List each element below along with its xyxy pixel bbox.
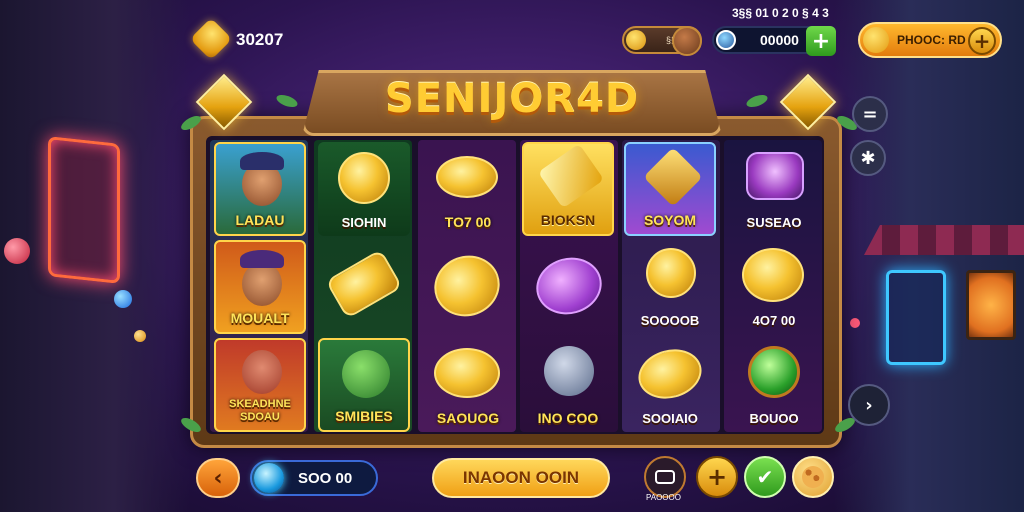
chevron-left-icon: ‹ [213,465,223,491]
status-time: 3§§ 01 0 2 0 § 4 3 [732,6,829,20]
balance-display: SOO 00 [250,460,378,496]
gold-coin-icon [434,348,500,398]
gold-bars-icon [537,143,605,209]
spin-button[interactable]: INAOON OOIN [432,458,610,498]
add-coins-button[interactable]: + [968,27,996,55]
reel-cell[interactable]: LADAU [214,142,306,236]
chevron-right-icon: › [865,394,873,416]
gold-coin-icon [742,248,804,302]
gold-coin-icon [189,17,233,61]
reel-cell[interactable] [422,240,514,334]
portrait-coin-icon [338,152,390,204]
symbol-label: SOYOM [643,212,697,228]
reel-cell[interactable]: BOUOO [728,338,820,432]
symbol-label: SOOOOB [640,313,700,328]
reel-cell[interactable]: SOOOOB [624,240,716,334]
reel-cell[interactable]: 4O7 00 [728,240,820,334]
treasure-chest-icon [746,152,804,200]
symbol-label: MOUALT [230,310,290,326]
reel-cell[interactable]: BIOKSN [522,142,614,236]
reel-cell[interactable]: SKEADHNE SDOAU [214,338,306,432]
reel-cell[interactable]: SIOHIN [318,142,410,236]
symbol-label: BOUOO [749,411,799,426]
gold-coin-icon [632,342,708,406]
reel-cell[interactable]: TO7 00 [422,142,514,236]
symbol-label: LADAU [235,212,285,228]
symbol-label: 4O7 00 [752,313,796,328]
crossed-swords-icon [643,147,703,207]
symbol-label: SUSEAO [746,215,802,230]
settings-button[interactable]: ✱ [850,140,886,176]
game-title: SENIJOR4D [384,76,640,122]
leaf-decoration [274,92,300,110]
shop-window [966,270,1016,340]
coin-icon [626,30,646,50]
gem-balance-pill[interactable]: 00000 + [712,26,836,56]
add-gems-button[interactable]: + [806,26,836,56]
cookie-bonus-button[interactable] [792,456,834,498]
symbol-label: SAOUOG [436,410,500,426]
crossed-tools-icon [544,346,594,396]
gear-icon: ✱ [860,147,876,169]
symbol-label: SMIBIES [335,408,393,424]
reel-cell[interactable]: SOYOM [624,142,716,236]
next-arrow-button[interactable]: › [848,384,890,426]
floating-orb [134,330,146,342]
promo-pill-button[interactable]: PHOOC: RD + [858,22,1002,58]
coin-icon [863,27,889,53]
gem-balance: 00000 [760,32,799,48]
character-symbol-icon [242,262,282,306]
purple-gem-icon [529,250,609,322]
symbol-label: INO COO [537,410,599,426]
gold-coin-icon [436,156,498,198]
symbol-label: TO7 00 [444,214,492,230]
reel-cell[interactable]: SAOUOG [422,338,514,432]
green-orb-icon [748,346,800,398]
add-bet-button[interactable]: + [696,456,738,498]
floating-orb [850,318,860,328]
reel-cell[interactable]: SUSEAO [728,142,820,236]
cookie-icon [802,466,824,488]
gold-amulet-icon [646,248,696,298]
menu-button[interactable]: = [852,96,888,132]
cart-button[interactable] [644,456,686,498]
reel-cell[interactable]: INO COO [522,338,614,432]
boost-button[interactable]: ✔ [744,456,786,498]
symbol-label: SIOHIN [341,215,387,230]
back-button[interactable]: ‹ [196,458,240,498]
currency-pill-knob-icon[interactable] [672,26,702,56]
symbol-label: BIOKSN [540,212,596,228]
floating-orb [4,238,30,264]
reel-cell[interactable] [318,240,410,334]
shop-awning [864,225,1024,255]
gem-icon [716,30,736,50]
blue-gem-icon [254,463,284,493]
reel-cell[interactable]: SOOIAIO [624,338,716,432]
gold-bar-icon [325,248,403,320]
reel-cell[interactable]: MOUALT [214,240,306,334]
currency-pill[interactable]: §§§ §§ [622,26,702,56]
leaf-decoration [744,92,770,110]
hat-icon [240,250,284,268]
neon-sign-left [48,136,120,284]
goblin-symbol-icon [342,350,390,398]
menu-label: PAOOOO [646,493,681,502]
character-symbol-icon [242,350,282,394]
symbol-label: SKEADHNE SDOAU [229,398,291,423]
balance-value: SOO 00 [298,469,353,487]
menu-icon: = [862,103,878,125]
promo-label: PHOOC: RD [897,33,966,47]
background-right-street [834,0,1024,512]
symbol-label: SOOIAIO [642,411,698,426]
gold-coin-icon [425,246,509,326]
reel-cell[interactable]: SMIBIES [318,338,410,432]
floating-orb [114,290,132,308]
hat-icon [240,152,284,170]
reel-cell[interactable] [522,240,614,334]
cart-icon [655,470,675,484]
coin-balance: 30207 [236,30,284,49]
neon-sign-right [886,270,946,365]
